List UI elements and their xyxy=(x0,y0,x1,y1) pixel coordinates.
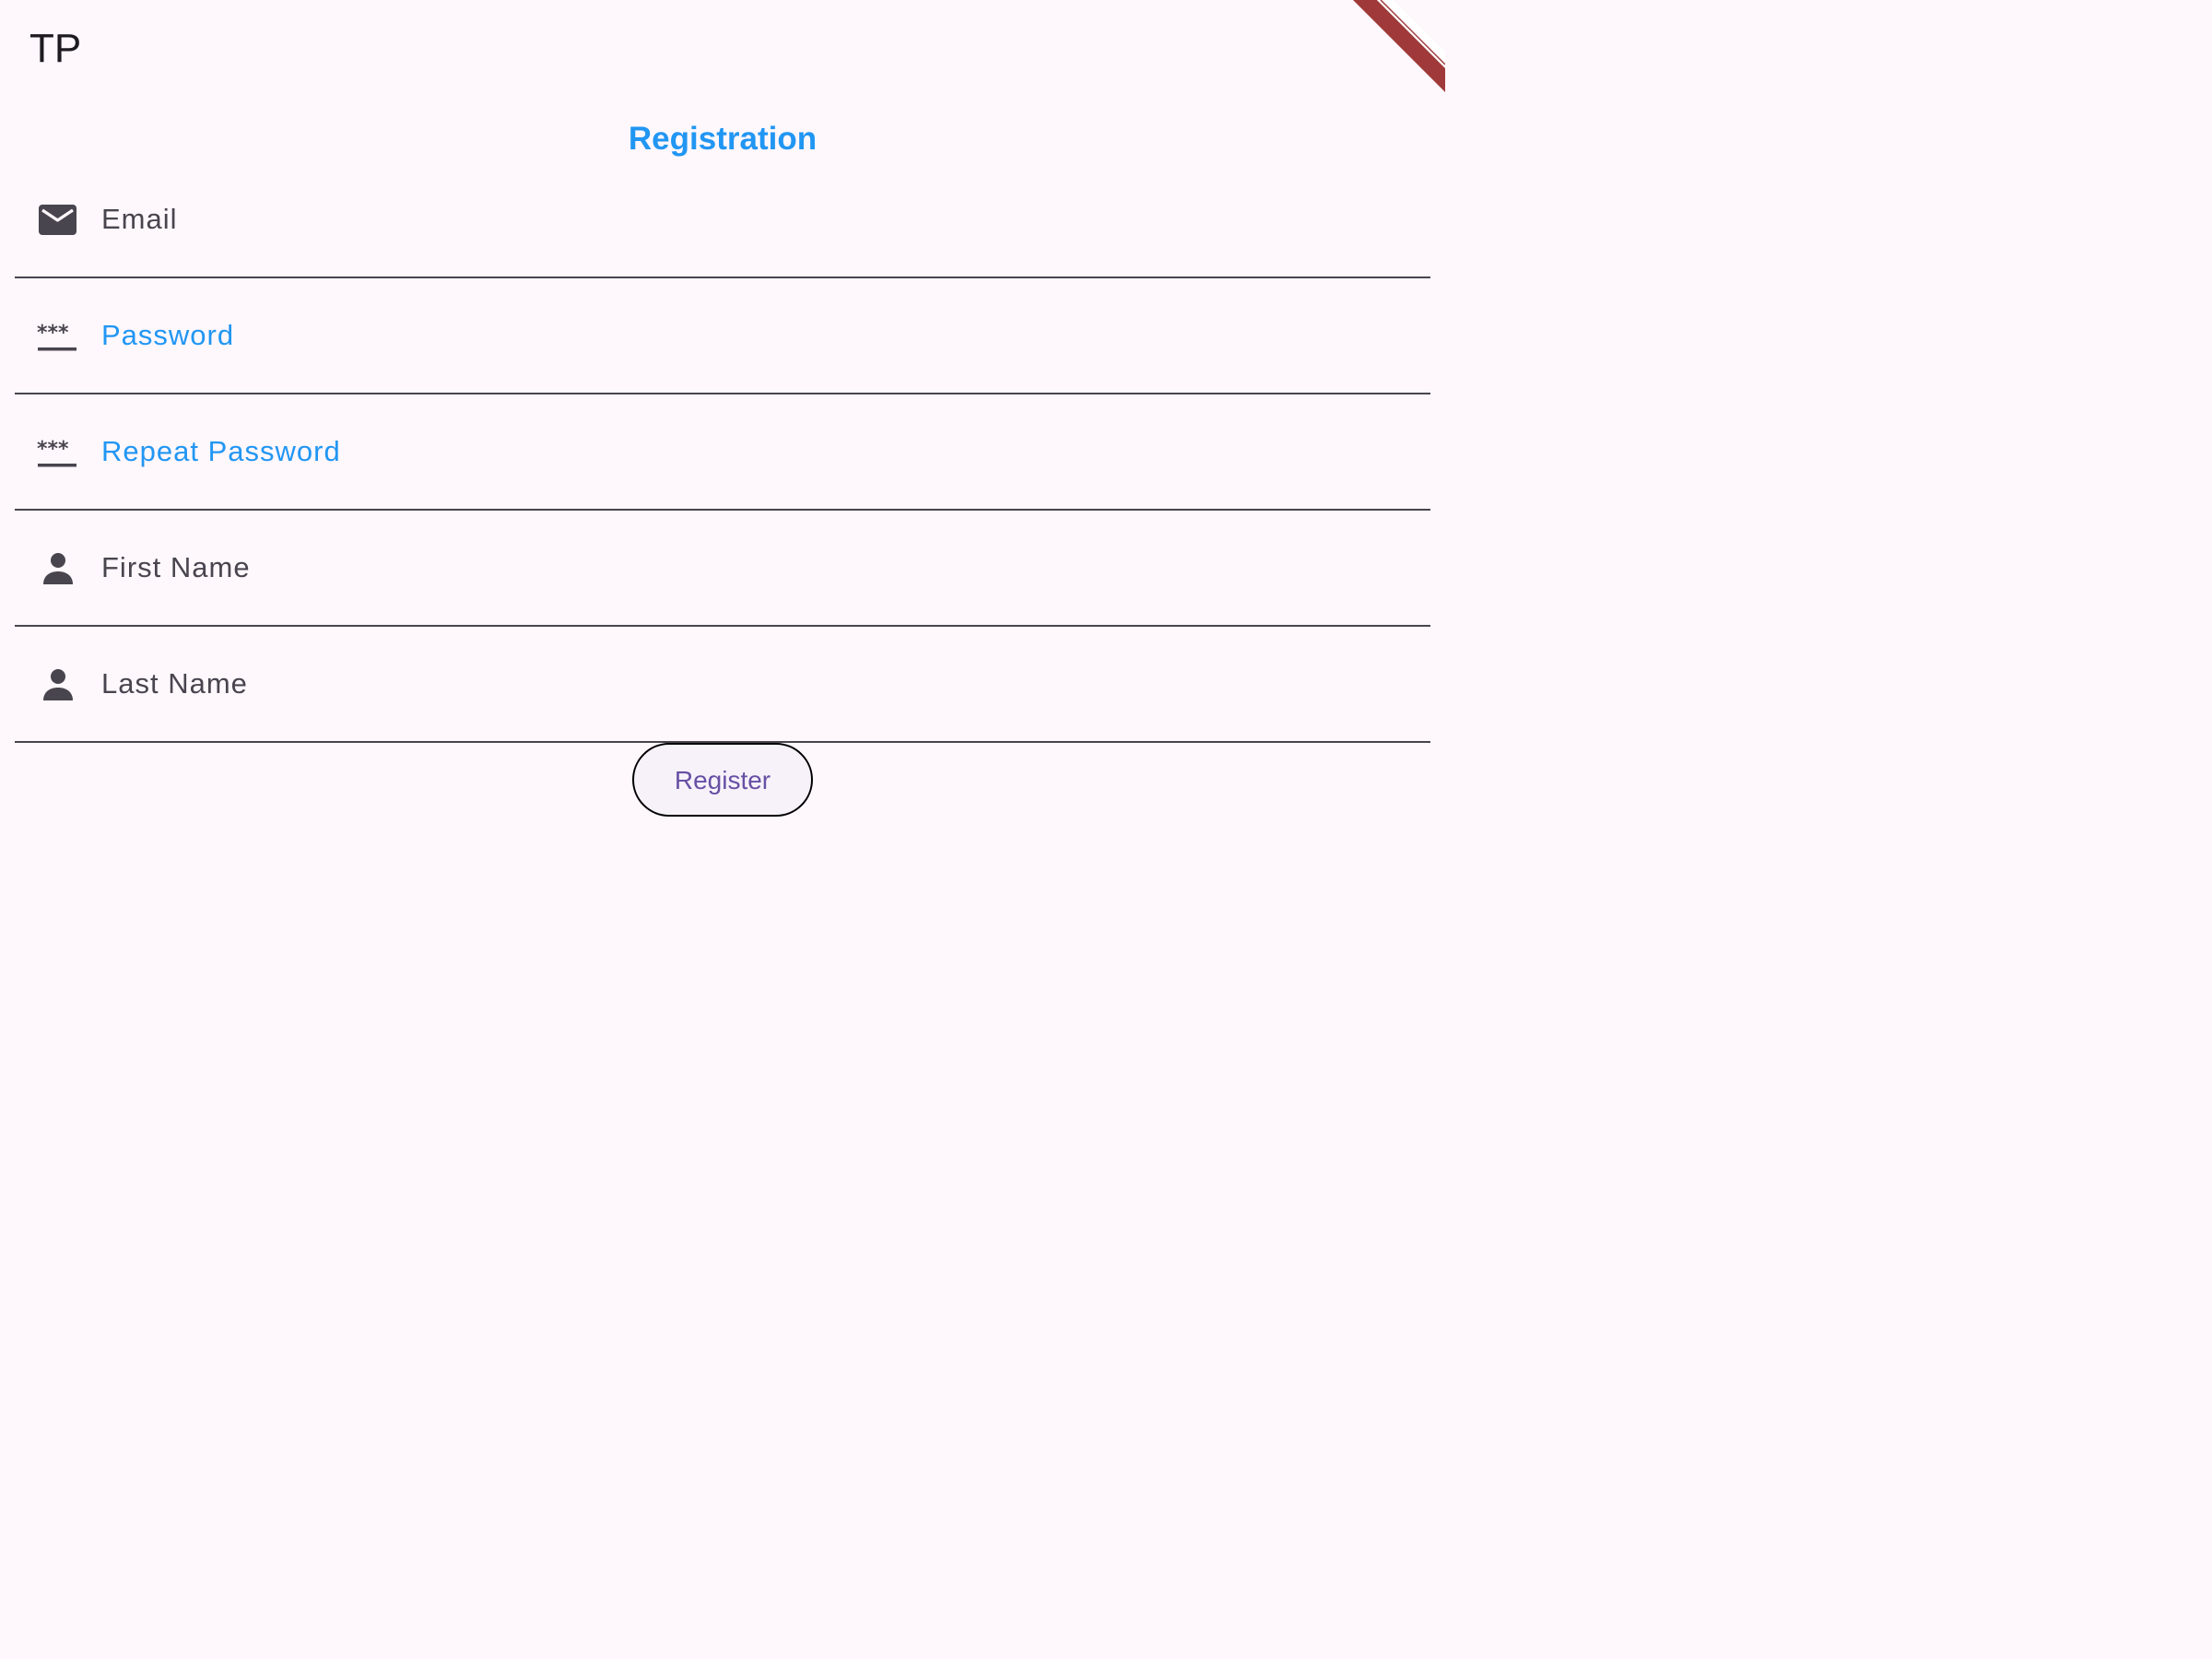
password-input[interactable] xyxy=(101,300,1412,372)
svg-text:***: *** xyxy=(37,322,69,345)
password-icon: *** xyxy=(37,438,76,467)
app-bar: TP xyxy=(0,0,1445,101)
first-name-input[interactable] xyxy=(101,533,1412,605)
svg-text:***: *** xyxy=(37,438,69,461)
email-field[interactable]: Email xyxy=(15,162,1430,278)
password-field[interactable]: *** Password xyxy=(15,278,1430,394)
email-icon xyxy=(39,205,76,235)
repeat-password-field[interactable]: *** Repeat Password xyxy=(15,394,1430,511)
person-icon xyxy=(43,669,73,700)
register-button[interactable]: Register xyxy=(632,743,813,817)
first-name-field[interactable]: First Name xyxy=(15,511,1430,627)
register-container: Register xyxy=(0,743,1445,817)
registration-form: Email *** Password *** Repeat Password F… xyxy=(15,162,1430,743)
email-input[interactable] xyxy=(101,184,1412,256)
last-name-input[interactable] xyxy=(101,649,1412,721)
debug-banner xyxy=(1325,0,1445,120)
registration-title: Registration xyxy=(628,121,818,157)
repeat-password-input[interactable] xyxy=(101,417,1412,488)
password-icon: *** xyxy=(37,322,76,351)
person-icon xyxy=(43,553,73,584)
last-name-field[interactable]: Last Name xyxy=(15,627,1430,743)
app-title: TP xyxy=(29,26,82,71)
